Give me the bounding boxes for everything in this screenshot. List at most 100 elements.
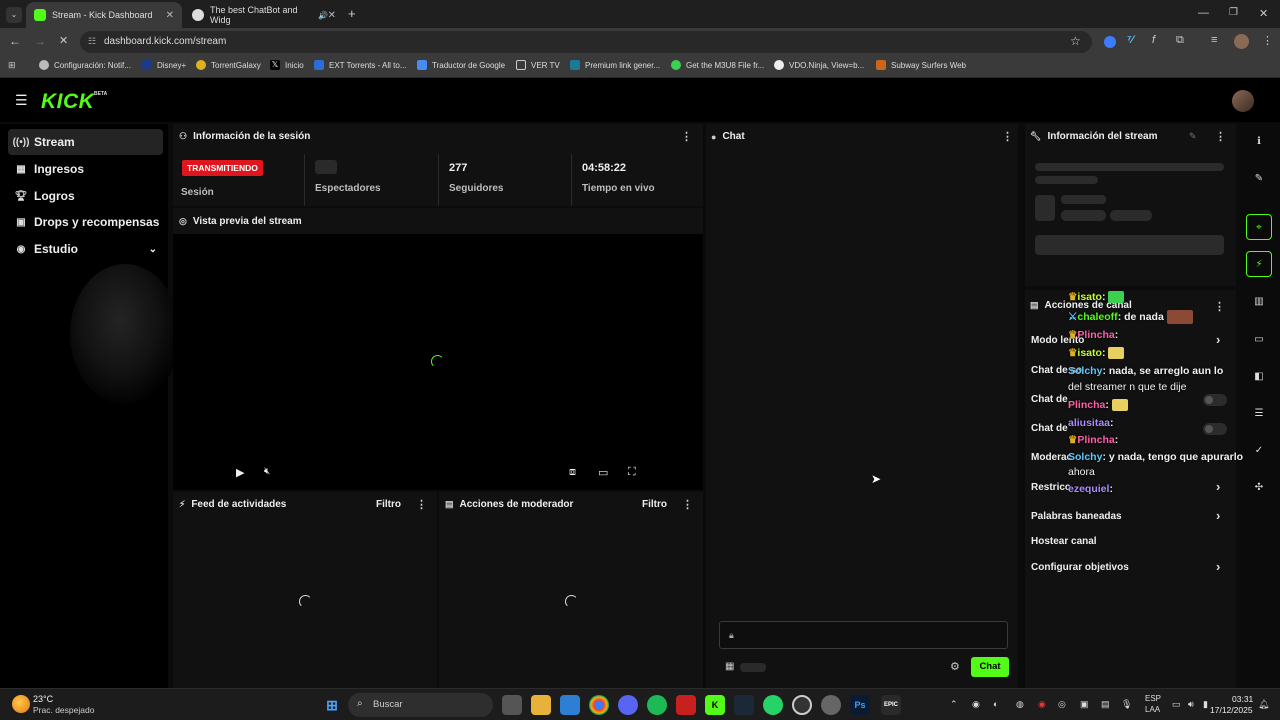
forward-icon[interactable]: → (34, 34, 46, 48)
emotes-only-toggle[interactable] (1203, 423, 1227, 435)
tray-app-icon[interactable]: ◍ (1016, 699, 1024, 710)
chat-settings-icon[interactable]: ⚙ (950, 660, 960, 673)
fullscreen-icon[interactable]: ⛶ (628, 466, 636, 479)
close-tab-icon[interactable]: ✕ (328, 10, 336, 21)
photoshop-icon[interactable]: Ps (850, 695, 870, 715)
windows-start-icon[interactable]: ⊞ (322, 695, 342, 715)
battery-icon[interactable]: ▮ (1203, 699, 1208, 710)
tray-discord-icon[interactable]: ◐ (993, 699, 998, 709)
pip-icon[interactable]: ⧈ (569, 466, 576, 479)
sidebar-item-estudio[interactable]: ◉ Estudio ⌄ (8, 236, 163, 262)
tray-steam-icon[interactable]: ◎ (1058, 699, 1066, 710)
activity-filter-button[interactable]: Filtro (376, 499, 401, 510)
store-icon[interactable] (560, 695, 580, 715)
close-tab-icon[interactable]: ✕ (166, 10, 174, 21)
minimize-icon[interactable]: — (1198, 7, 1209, 19)
bookmark-item[interactable]: Disney+ (142, 60, 186, 70)
more-options-icon[interactable]: ⋮ (1215, 130, 1226, 143)
tab-list-icon[interactable]: ⌄ (6, 7, 22, 23)
bookmark-item[interactable]: Premium link gener... (570, 60, 660, 70)
microphone-icon[interactable]: 🎙︎ (1121, 699, 1132, 710)
tray-app-icon[interactable]: ◉ (1038, 699, 1046, 710)
bookmark-item[interactable]: Traductor de Google (417, 60, 505, 70)
sidebar-item-stream[interactable]: ((•)) Stream (8, 129, 163, 155)
edit-icon[interactable]: ✎ (1189, 131, 1197, 142)
bookmark-item[interactable]: VDO.Ninja, View=b... (774, 60, 864, 70)
extensions-puzzle-icon[interactable]: ⧉ (1176, 34, 1184, 47)
gift-store-icon[interactable]: ▦ (725, 661, 734, 672)
taskbar-search[interactable]: ⌕ Buscar (348, 693, 493, 717)
subscribers-only-row[interactable]: Chat de (1031, 394, 1068, 405)
stop-loading-icon[interactable]: ✕ (59, 34, 68, 47)
list-icon[interactable]: ☰ (1246, 400, 1272, 426)
bookmark-item[interactable]: 𝕏 Inicio (270, 60, 304, 70)
subscribers-only-toggle[interactable] (1203, 394, 1227, 406)
epic-games-icon[interactable]: EPIC (881, 695, 901, 715)
banned-words-row[interactable]: Palabras baneadas (1031, 511, 1122, 522)
chevron-right-icon[interactable]: › (1216, 479, 1220, 494)
translate-extension-icon[interactable]: ⁷⁄ (1127, 34, 1133, 46)
chat-icon[interactable]: ▭ (1246, 326, 1272, 352)
send-chat-button[interactable]: Chat (971, 657, 1009, 677)
goals-row[interactable]: Configurar objetivos (1031, 562, 1129, 573)
tray-app-icon[interactable]: ▤ (1101, 699, 1110, 710)
kick-app-icon[interactable]: K (705, 695, 725, 715)
steam-icon[interactable] (734, 695, 754, 715)
obs-icon[interactable] (792, 695, 812, 715)
new-tab-icon[interactable]: + (348, 6, 356, 21)
chrome-icon[interactable] (589, 695, 609, 715)
tab-kick-dashboard[interactable]: Stream - Kick Dashboard ✕ (26, 2, 182, 28)
chevron-down-icon[interactable]: ⌄ (149, 244, 157, 255)
clock-date[interactable]: 17/12/2025 (1210, 705, 1253, 715)
moderation-row[interactable]: Moderac (1031, 452, 1072, 463)
whatsapp-icon[interactable] (763, 695, 783, 715)
keyboard-layout[interactable]: LAA (1145, 705, 1160, 714)
user-icon[interactable]: ◧ (1246, 363, 1272, 389)
kick-logo[interactable]: KICK (41, 90, 94, 114)
wrench-icon[interactable]: ✓ (1246, 437, 1272, 463)
apps-grid-icon[interactable]: ⊞ (8, 60, 16, 71)
more-options-icon[interactable]: ⋮ (416, 498, 427, 511)
close-window-icon[interactable]: ✕ (1259, 7, 1268, 20)
function-extension-icon[interactable]: f (1152, 34, 1155, 46)
play-icon[interactable]: ▶ (236, 466, 244, 479)
tab-chatbot[interactable]: The best ChatBot and Widg 🔊 ✕ (184, 2, 344, 28)
more-options-icon[interactable]: ⋮ (1002, 130, 1013, 143)
age-restrictions-row[interactable]: Restricc (1031, 482, 1070, 493)
audio-icon[interactable]: 🔊 (318, 11, 328, 20)
tray-chevron-icon[interactable]: ⌃ (950, 699, 958, 710)
restore-icon[interactable]: ❐ (1229, 7, 1238, 18)
bookmark-item[interactable]: TorrentGalaxy (196, 60, 261, 70)
sidebar-item-drops[interactable]: ▣ Drops y recompensas (8, 209, 163, 235)
theater-mode-icon[interactable]: ▭ (598, 466, 608, 479)
task-view-icon[interactable] (502, 695, 522, 715)
more-options-icon[interactable]: ⋮ (681, 130, 692, 143)
chevron-right-icon[interactable]: › (1216, 559, 1220, 574)
hamburger-menu-icon[interactable]: ☰ (15, 92, 28, 109)
mod-filter-button[interactable]: Filtro (642, 499, 667, 510)
notifications-icon[interactable]: 🔔︎ (1258, 699, 1269, 710)
file-explorer-icon[interactable] (531, 695, 551, 715)
info-icon[interactable]: ℹ (1246, 128, 1272, 154)
extension-icon[interactable] (1104, 36, 1116, 48)
pencil-icon[interactable]: ✎ (1246, 165, 1272, 191)
site-info-icon[interactable]: ☷ (88, 36, 96, 47)
bookmark-item[interactable]: EXT Torrents - All to... (314, 60, 407, 70)
volume-icon[interactable]: 🔊︎ (1188, 699, 1194, 710)
chevron-right-icon[interactable]: › (1216, 508, 1220, 523)
chevron-right-icon[interactable]: › (1216, 332, 1220, 347)
overlay-icon[interactable]: ✣ (1246, 474, 1272, 500)
sidebar-item-ingresos[interactable]: ▦ Ingresos (8, 156, 163, 182)
tray-app-icon[interactable]: ▣ (1080, 699, 1089, 710)
emotes-only-row[interactable]: Chat de (1031, 423, 1068, 434)
chat-input[interactable]: 🔒︎ (719, 621, 1008, 649)
more-options-icon[interactable]: ⋮ (682, 498, 693, 511)
settings-gear-icon[interactable] (821, 695, 841, 715)
browser-menu-icon[interactable]: ⋮ (1262, 34, 1273, 47)
network-icon[interactable]: ▭ (1172, 699, 1181, 710)
focus-icon[interactable]: ⌖ (1246, 214, 1272, 240)
url-field[interactable]: ☷ dashboard.kick.com/stream ☆ (80, 31, 1092, 53)
more-options-icon[interactable]: ⋮ (1214, 300, 1225, 313)
document-icon[interactable]: ▥ (1246, 288, 1272, 314)
tray-app-icon[interactable]: ◉ (972, 699, 980, 710)
